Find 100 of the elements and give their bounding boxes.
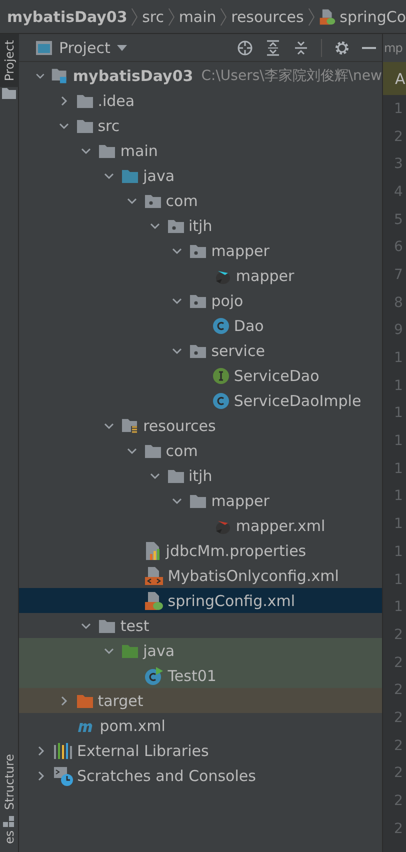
tree-row[interactable]: com bbox=[19, 438, 382, 463]
folder-icon bbox=[144, 442, 162, 458]
tree-row[interactable]: ServiceDaoImple bbox=[19, 388, 382, 413]
tree-row[interactable]: mybatisDay03 C:\Users\李家院刘俊辉\new bbox=[19, 63, 382, 88]
tree-row[interactable]: MybatisOnlyconfig.xml bbox=[19, 563, 382, 588]
tree-row[interactable]: itjh bbox=[19, 463, 382, 488]
tree-row[interactable]: resources bbox=[19, 413, 382, 438]
tree-row[interactable]: pojo bbox=[19, 288, 382, 313]
separator-icon bbox=[131, 6, 138, 28]
package-icon bbox=[189, 342, 208, 358]
window-icon bbox=[35, 40, 53, 56]
structure-tool-tab[interactable]: Structure bbox=[0, 748, 18, 816]
tree-row[interactable]: .idea bbox=[19, 88, 382, 113]
tree-label: mapper bbox=[236, 266, 294, 284]
tree-label: service bbox=[211, 342, 265, 360]
tree-label: com bbox=[166, 192, 198, 210]
tree-row[interactable]: ServiceDao bbox=[19, 363, 382, 388]
spring-xml-icon bbox=[144, 590, 164, 610]
class-icon bbox=[212, 392, 230, 410]
tree-label: mapper bbox=[211, 242, 270, 260]
tree-row[interactable]: com bbox=[19, 188, 382, 213]
settings-icon[interactable] bbox=[334, 40, 350, 56]
tree-label: Scratches and Consoles bbox=[77, 766, 256, 784]
minimize-icon[interactable] bbox=[362, 46, 376, 50]
breadcrumb-item[interactable]: resources bbox=[231, 8, 304, 26]
scratches-icon bbox=[53, 766, 73, 786]
xml-file-icon bbox=[144, 566, 164, 586]
package-icon bbox=[166, 218, 184, 234]
tree-label: pom.xml bbox=[100, 716, 166, 734]
folder-icon bbox=[76, 92, 94, 108]
tree-row[interactable]: service bbox=[19, 338, 382, 363]
tree-label: target bbox=[98, 692, 144, 710]
tree-row[interactable]: test bbox=[19, 613, 382, 638]
tree-row[interactable]: mapper bbox=[19, 263, 382, 288]
tree-label: pojo bbox=[211, 292, 244, 310]
folder-icon bbox=[76, 118, 94, 134]
expand-all-icon[interactable] bbox=[265, 40, 281, 56]
tree-label: springConfig.xml bbox=[168, 592, 296, 610]
folder-icon bbox=[98, 618, 116, 634]
tree-row[interactable]: springConfig.xml bbox=[19, 588, 382, 613]
tree-label: itjh bbox=[188, 466, 212, 484]
tree-row[interactable]: mapper bbox=[19, 488, 382, 513]
interface-icon bbox=[212, 366, 230, 384]
tree-label: ServiceDao bbox=[234, 366, 320, 384]
tree-label: External Libraries bbox=[77, 742, 209, 760]
folder-icon bbox=[121, 168, 140, 184]
tree-row[interactable]: Test01 bbox=[19, 663, 382, 688]
breadcrumb-item[interactable]: main bbox=[178, 8, 216, 26]
tree-row[interactable]: mapper.xml bbox=[19, 513, 382, 538]
tree-row[interactable]: pom.xml bbox=[19, 713, 382, 738]
module-folder-icon bbox=[50, 66, 69, 84]
tree-row[interactable]: itjh bbox=[19, 213, 382, 238]
tree-label: com bbox=[166, 442, 198, 460]
dropdown-caret-icon[interactable] bbox=[116, 44, 128, 52]
folder-icon bbox=[98, 142, 116, 158]
tree-label: resources bbox=[143, 416, 216, 434]
breadcrumb-item[interactable]: mybatisDay03 bbox=[7, 8, 128, 26]
breadcrumb-item[interactable]: springCo bbox=[340, 8, 406, 26]
tree-row[interactable]: mapper bbox=[19, 238, 382, 263]
editor-tab[interactable]: mp bbox=[383, 34, 406, 62]
folder-icon bbox=[76, 692, 94, 708]
test-class-icon bbox=[144, 666, 164, 686]
tree-row[interactable]: Dao bbox=[19, 313, 382, 338]
tree-label: ServiceDaoImple bbox=[234, 392, 362, 410]
tree-label: test bbox=[120, 616, 150, 634]
panel-title[interactable]: Project bbox=[59, 38, 110, 56]
tree-row[interactable]: main bbox=[19, 138, 382, 163]
folder-icon bbox=[121, 642, 140, 658]
package-icon bbox=[189, 242, 208, 258]
separator-icon bbox=[308, 6, 315, 28]
breadcrumb-item[interactable]: src bbox=[142, 8, 164, 26]
tree-row[interactable]: target bbox=[19, 688, 382, 713]
tree-label: mapper.xml bbox=[236, 516, 326, 534]
tree-row[interactable]: Scratches and Consoles bbox=[19, 763, 382, 788]
project-tool-tab[interactable]: Project bbox=[0, 34, 18, 88]
tree-label: itjh bbox=[188, 216, 212, 234]
tree-row[interactable]: External Libraries bbox=[19, 738, 382, 763]
tree-label: .idea bbox=[98, 92, 135, 110]
tree-row[interactable]: java bbox=[19, 638, 382, 663]
tree-label: main bbox=[120, 142, 158, 160]
properties-file-icon bbox=[144, 540, 162, 560]
tree-row[interactable]: java bbox=[19, 163, 382, 188]
tool-tab[interactable]: es bbox=[0, 828, 18, 852]
tree-row[interactable]: jdbcMm.properties bbox=[19, 538, 382, 563]
tree-label: Test01 bbox=[168, 666, 216, 684]
spring-xml-icon bbox=[318, 6, 336, 26]
tree-label: Dao bbox=[234, 316, 264, 334]
separator-icon bbox=[220, 6, 228, 28]
folder-icon bbox=[189, 492, 208, 508]
tree-label: java bbox=[143, 642, 175, 660]
tree-label: mybatisDay03 bbox=[72, 66, 194, 84]
package-icon bbox=[144, 192, 162, 208]
libraries-icon bbox=[53, 742, 73, 760]
package-icon bbox=[189, 292, 208, 308]
tree-row[interactable]: src bbox=[19, 113, 382, 138]
separator-icon bbox=[168, 6, 175, 28]
locate-icon[interactable] bbox=[237, 40, 253, 56]
collapse-all-icon[interactable] bbox=[293, 40, 309, 56]
resource-folder-icon bbox=[121, 416, 140, 434]
editor-banner: A bbox=[383, 62, 406, 95]
